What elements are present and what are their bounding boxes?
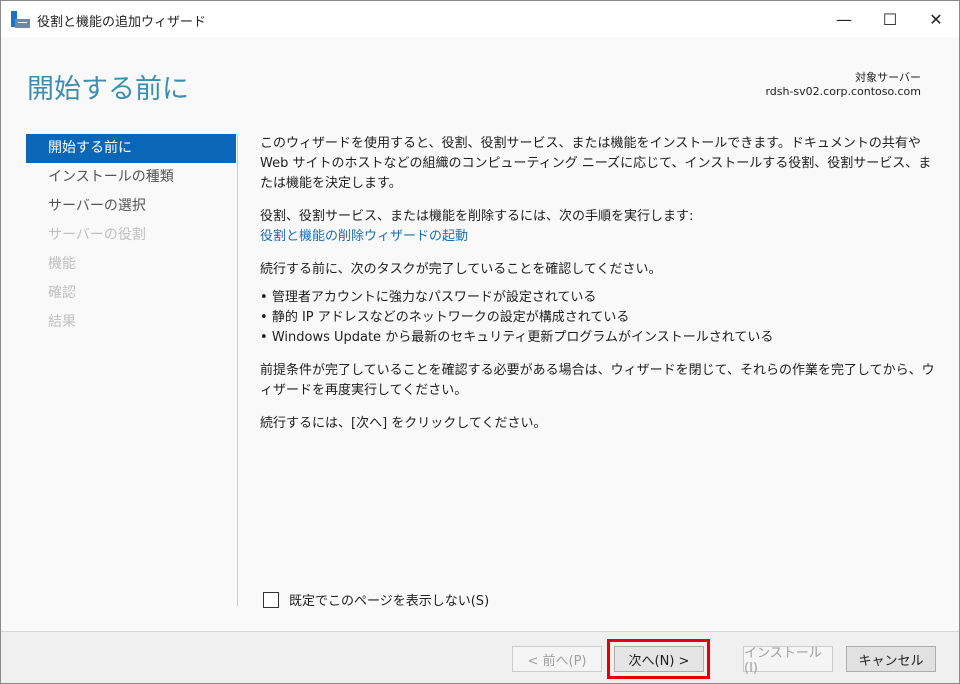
prereq-text: 続行する前に、次のタスクが完了していることを確認してください。	[260, 262, 662, 277]
content-area: このウィザードを使用すると、役割、役割サービス、または機能をインストールできます…	[260, 134, 940, 447]
previous-button: < 前へ(P)	[512, 646, 602, 672]
wizard-steps-nav: 開始する前に インストールの種類 サーバーの選択 サーバーの役割 機能 確認 結…	[26, 134, 236, 337]
nav-step-server-selection[interactable]: サーバーの選択	[26, 192, 236, 221]
checkbox-label: 既定でこのページを表示しない(S)	[289, 594, 490, 609]
install-button: インストール(I)	[743, 646, 833, 676]
continue-text: 続行するには、[次へ] をクリックしてください。	[260, 416, 547, 431]
highlight-box	[607, 639, 710, 679]
prereq-list: 管理者アカウントに強力なパスワードが設定されている 静的 IP アドレスなどのネ…	[260, 288, 940, 348]
wizard-window: 役割と機能の追加ウィザード — ☐ ✕ 開始する前に 対象サーバー rdsh-s…	[0, 0, 960, 684]
nav-step-before-you-begin[interactable]: 開始する前に	[26, 134, 236, 163]
skip-page-checkbox[interactable]: 既定でこのページを表示しない(S)	[263, 590, 489, 609]
target-server-name: rdsh-sv02.corp.contoso.com	[765, 85, 921, 98]
nav-step-server-roles: サーバーの役割	[48, 227, 146, 243]
close-button[interactable]: ✕	[913, 1, 959, 37]
nav-step-confirmation: 確認	[48, 285, 76, 301]
page-title: 開始する前に	[27, 74, 189, 105]
nav-step-installation-type[interactable]: インストールの種類	[26, 163, 236, 192]
list-item: 静的 IP アドレスなどのネットワークの設定が構成されている	[260, 308, 940, 328]
divider	[237, 134, 238, 606]
cancel-button[interactable]: キャンセル	[846, 646, 936, 672]
close-wizard-text: 前提条件が完了していることを確認する必要がある場合は、ウィザードを閉じて、それら…	[260, 363, 935, 398]
server-manager-icon	[11, 11, 30, 28]
nav-step-results: 結果	[48, 314, 76, 330]
window-title: 役割と機能の追加ウィザード	[37, 15, 207, 30]
maximize-button[interactable]: ☐	[867, 1, 913, 37]
intro-text: このウィザードを使用すると、役割、役割サービス、または機能をインストールできます…	[260, 136, 932, 191]
remove-wizard-link[interactable]: 役割と機能の削除ウィザードの起動	[260, 229, 468, 244]
title-bar: 役割と機能の追加ウィザード — ☐ ✕	[1, 1, 959, 37]
nav-step-features: 機能	[48, 256, 76, 272]
list-item: Windows Update から最新のセキュリティ更新プログラムがインストール…	[260, 328, 940, 348]
minimize-button[interactable]: —	[821, 1, 867, 37]
list-item: 管理者アカウントに強力なパスワードが設定されている	[260, 288, 940, 308]
target-server-label: 対象サーバー	[855, 71, 921, 84]
remove-instructions: 役割、役割サービス、または機能を削除するには、次の手順を実行します:	[260, 209, 694, 224]
checkbox-box[interactable]	[263, 591, 279, 608]
